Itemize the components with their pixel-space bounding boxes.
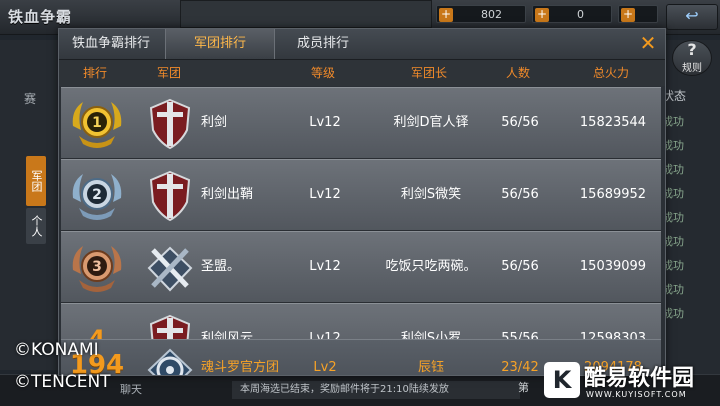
legion-level: Lv12 [309, 115, 341, 130]
legion-leader: 利剑D官人铎 [393, 115, 469, 130]
table-header: 排行 军团 等级 军团长 人数 总火力 [59, 60, 665, 86]
tab-bar: 铁血争霸排行 军团排行 成员排行 ✕ [59, 29, 665, 60]
rules-button[interactable]: ? 规则 [672, 40, 712, 76]
legion-leader: 吃饭只吃两碗。 [385, 259, 477, 274]
resource-counter-c[interactable]: + [618, 5, 658, 23]
own-legion-members: 23/42 [501, 360, 539, 375]
legion-power: 15039099 [579, 259, 647, 274]
rank-number: 3 [92, 259, 102, 275]
legion-members: 56/56 [501, 187, 539, 202]
rank-number: 1 [92, 115, 102, 131]
bronze-medal-icon: 3 [72, 246, 122, 292]
legion-emblem-crossed-swords-icon [147, 246, 193, 292]
ranking-list[interactable]: 1 利剑 Lv12 利剑D官人铎 56/56 15823544 2 利剑出鞘 L… [59, 87, 665, 375]
resource-counter-b[interactable]: + 0 [532, 5, 612, 23]
table-row[interactable]: 1 利剑 Lv12 利剑D官人铎 56/56 15823544 [61, 87, 661, 159]
copyright-tencent: ©TENCENT [14, 372, 111, 392]
silver-medal-icon: 2 [72, 174, 122, 220]
legion-emblem-target-icon [147, 348, 193, 375]
back-button[interactable]: ↩ [666, 4, 718, 30]
chat-label[interactable]: 聊天 [120, 381, 142, 397]
gold-medal-icon: 1 [72, 102, 122, 148]
header-legion: 军团 [156, 66, 181, 80]
rank-number: 2 [92, 187, 102, 203]
legion-leader: 利剑S微笑 [400, 187, 462, 202]
header-leader: 军团长 [410, 66, 447, 80]
resource-b-value: 0 [577, 8, 584, 21]
plus-icon[interactable]: + [535, 8, 549, 22]
left-tab[interactable]: 赛 [0, 88, 60, 110]
rules-label: 规则 [682, 63, 702, 74]
table-row[interactable]: 2 利剑出鞘 Lv12 利剑S微笑 56/56 15689952 [61, 159, 661, 231]
legion-name: 圣盟。 [201, 259, 241, 274]
header-level: 等级 [310, 66, 335, 80]
tab-member-ranking[interactable]: 成员排行 [275, 29, 371, 59]
tab-iron-blood-ranking[interactable]: 铁血争霸排行 [59, 29, 163, 59]
site-logo-letter: K [552, 366, 572, 394]
plus-icon[interactable]: + [439, 8, 453, 22]
close-icon[interactable]: ✕ [637, 32, 659, 54]
top-bar-center [180, 0, 432, 28]
own-legion-name: 魂斗罗官方团 [201, 360, 280, 375]
legion-name: 利剑出鞘 [201, 187, 254, 202]
legion-name: 利剑 [201, 115, 228, 130]
tab-legion-ranking[interactable]: 军团排行 [165, 29, 275, 59]
legion-emblem-sword-icon [149, 98, 191, 150]
side-tab-legion[interactable]: 军团 [26, 156, 46, 206]
legion-level: Lv12 [309, 259, 341, 274]
side-tab-personal[interactable]: 个人 [26, 208, 46, 244]
resource-a-value: 802 [481, 8, 502, 21]
own-legion-level: Lv2 [313, 360, 337, 375]
legion-ranking-dialog: 铁血争霸排行 军团排行 成员排行 ✕ 排行 军团 等级 军团长 人数 总火力 1 [58, 28, 666, 376]
header-power: 总火力 [592, 66, 629, 80]
site-name: 酷易软件园 [584, 366, 695, 391]
header-rank: 排行 [82, 66, 107, 80]
legion-members: 56/56 [501, 115, 539, 130]
legion-power: 15689952 [579, 187, 647, 202]
legion-members: 56/56 [501, 259, 539, 274]
site-logo-icon: K [544, 362, 580, 398]
screen-title: 铁血争霸 [8, 8, 73, 26]
legion-emblem-sword-icon [149, 170, 191, 222]
site-url: WWW.KUYISOFT.COM [586, 390, 687, 399]
plus-icon[interactable]: + [621, 8, 635, 22]
header-members: 人数 [505, 66, 530, 80]
legion-power: 15823544 [579, 115, 647, 130]
resource-counter-a[interactable]: + 802 [436, 5, 526, 23]
return-arrow-icon: ↩ [685, 6, 699, 25]
question-icon: ? [687, 40, 697, 59]
own-legion-leader: 辰钰 [417, 360, 444, 375]
table-row[interactable]: 3 圣盟。 Lv12 吃饭只吃两碗。 56/56 15039099 [61, 231, 661, 303]
legion-level: Lv12 [309, 187, 341, 202]
notice-ticker: 本周海选已结束，奖励邮件将于21:10陆续发放 [232, 381, 520, 399]
copyright-konami: ©KONAMI [14, 340, 99, 360]
